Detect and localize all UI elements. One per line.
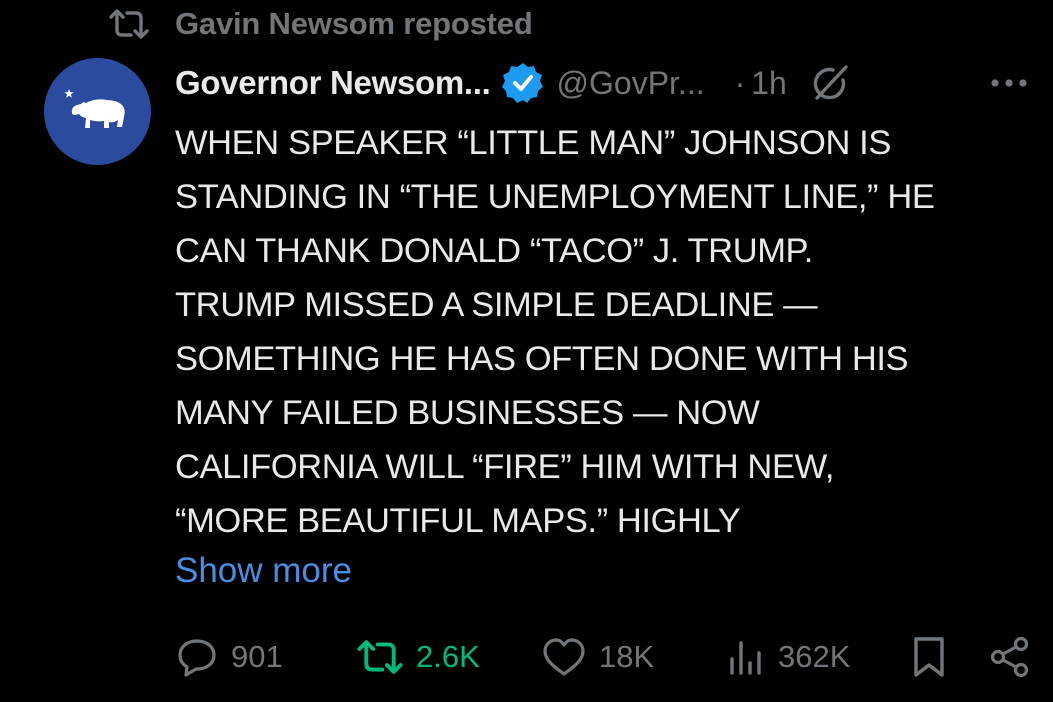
repost-banner[interactable]: Gavin Newsom reposted xyxy=(108,4,533,44)
tweet-text-line: TRUMP MISSED A SIMPLE DEADLINE — xyxy=(175,286,818,324)
more-options-icon[interactable] xyxy=(989,68,1029,98)
tweet-text-line: SOMETHING HE HAS OFTEN DONE WITH HIS xyxy=(175,340,909,378)
like-count: 18K xyxy=(599,639,655,674)
tweet-actions: 901 2.6K 18K 362K xyxy=(0,630,1053,684)
tweet-header: Governor Newsom... @GovPr... · 1h xyxy=(175,60,851,106)
tweet-text-line: CALIFORNIA WILL “FIRE” HIM WITH NEW, xyxy=(175,448,835,486)
reply-count: 901 xyxy=(231,639,283,674)
tweet-text: WHEN SPEAKER “LITTLE MAN” JOHNSON IS STA… xyxy=(175,116,1045,548)
views-count: 362K xyxy=(778,639,851,674)
heart-icon xyxy=(543,638,585,676)
separator-dot: · xyxy=(734,64,746,101)
views-chart-icon xyxy=(730,641,761,675)
grok-icon[interactable] xyxy=(809,62,851,104)
author-display-name[interactable]: Governor Newsom... xyxy=(175,64,491,102)
tweet-text-line: STANDING IN “THE UNEMPLOYMENT LINE,” HE xyxy=(175,178,935,216)
share-icon xyxy=(990,636,1029,678)
tweet-text-line: “MORE BEAUTIFUL MAPS.” HIGHLY xyxy=(175,502,741,540)
repost-count: 2.6K xyxy=(416,639,480,674)
bookmark-button[interactable] xyxy=(910,630,960,684)
author-handle[interactable]: @GovPr... xyxy=(557,65,705,102)
avatar[interactable] xyxy=(44,58,151,165)
tweet-text-line: MANY FAILED BUSINESSES — NOW xyxy=(175,394,760,432)
views-button[interactable]: 362K xyxy=(726,630,850,684)
show-more-link[interactable]: Show more xyxy=(175,544,352,598)
repost-banner-text: Gavin Newsom reposted xyxy=(175,6,533,41)
tweet-timestamp[interactable]: 1h xyxy=(751,65,787,102)
verified-badge-icon[interactable] xyxy=(501,61,545,105)
bookmark-icon xyxy=(914,637,944,677)
reply-button[interactable]: 901 xyxy=(175,630,283,684)
reply-icon xyxy=(178,639,216,677)
share-button[interactable] xyxy=(988,630,1044,684)
repost-icon xyxy=(357,640,403,674)
like-button[interactable]: 18K xyxy=(541,630,654,684)
repost-button[interactable]: 2.6K xyxy=(356,630,480,684)
repost-icon xyxy=(109,9,149,39)
california-bear-icon xyxy=(63,88,125,128)
tweet-text-line: WHEN SPEAKER “LITTLE MAN” JOHNSON IS xyxy=(175,124,891,162)
tweet-text-line: CAN THANK DONALD “TACO” J. TRUMP. xyxy=(175,232,813,270)
